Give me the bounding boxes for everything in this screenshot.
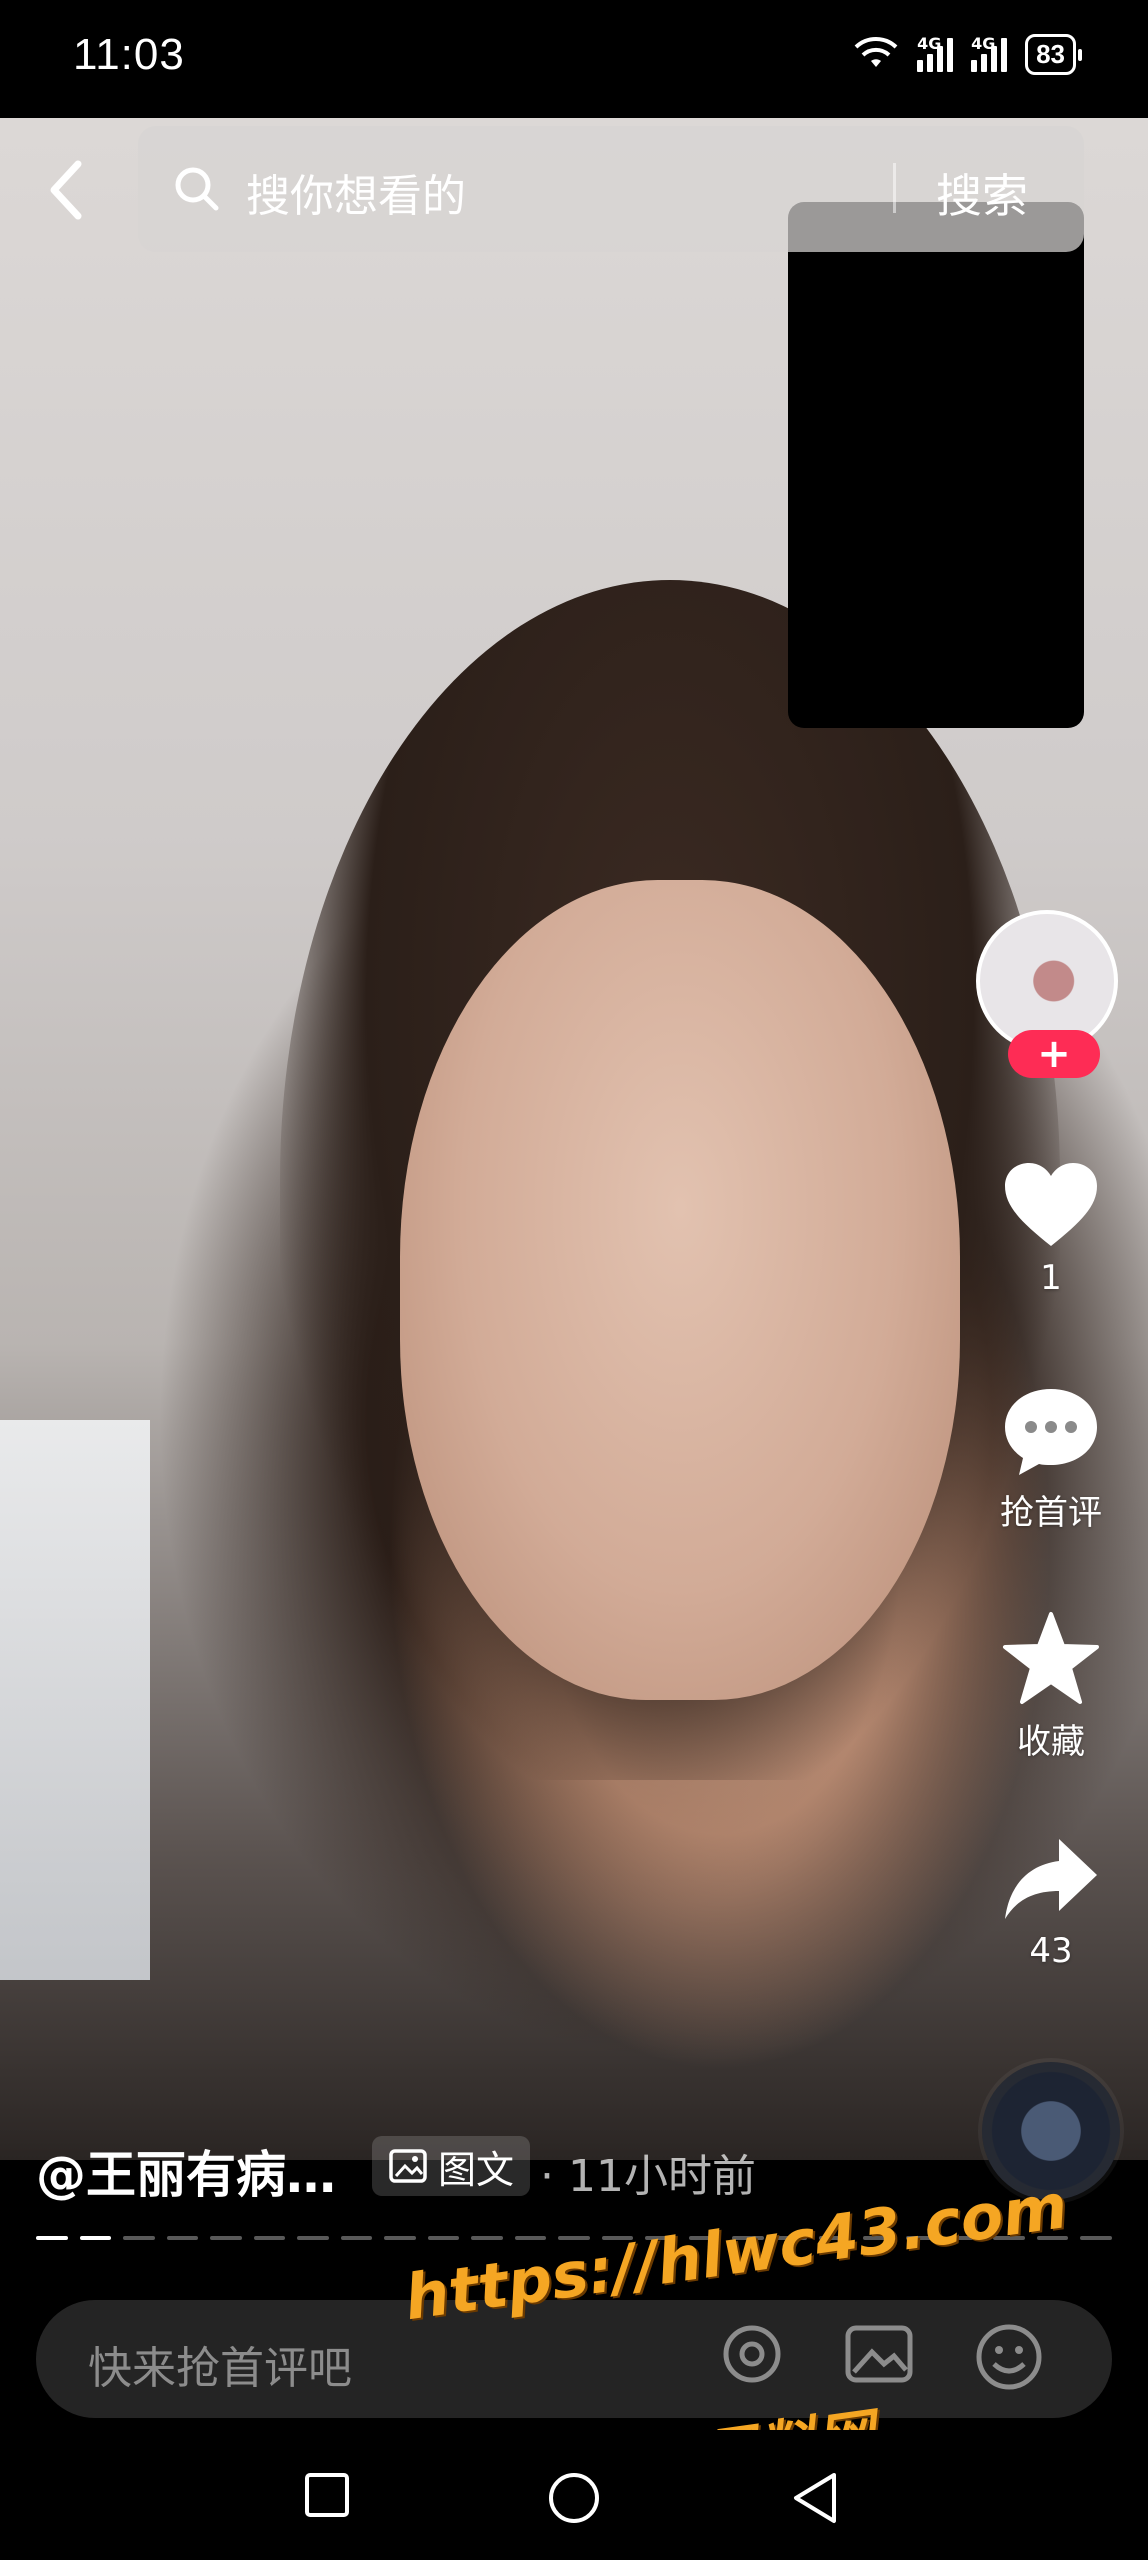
network-type-label: 4G xyxy=(917,33,942,53)
back-button[interactable] xyxy=(36,150,96,230)
search-icon xyxy=(174,166,220,216)
progress-segment xyxy=(166,2236,199,2240)
author-name[interactable]: @王丽有病… xyxy=(36,2135,336,2207)
home-icon xyxy=(549,2473,599,2523)
heart-icon xyxy=(1005,1163,1097,1246)
signal-icon: 4G xyxy=(917,34,954,72)
progress-segment xyxy=(253,2236,286,2240)
image-icon[interactable] xyxy=(844,2322,914,2396)
progress-segment xyxy=(471,2236,503,2240)
comment-label: 抢首评 xyxy=(1000,1493,1102,1533)
signal-icon: 4G xyxy=(971,34,1008,72)
recent-apps-button[interactable] xyxy=(302,2470,352,2524)
progress-segment xyxy=(1080,2236,1112,2240)
redaction-box xyxy=(788,202,1084,728)
post-type-badge: 图文 xyxy=(372,2136,531,2196)
home-button[interactable] xyxy=(546,2470,602,2530)
progress-segment xyxy=(123,2236,155,2240)
progress-segment xyxy=(36,2236,68,2240)
recent-apps-icon xyxy=(305,2473,349,2517)
progress-segment xyxy=(384,2236,416,2240)
progress-segment xyxy=(297,2236,329,2240)
share-button[interactable]: 43 xyxy=(976,1835,1126,1971)
comment-button[interactable]: 抢首评 xyxy=(976,1385,1126,1534)
back-nav-icon xyxy=(794,2473,836,2523)
star-icon xyxy=(1003,1612,1099,1704)
network-type-label: 4G xyxy=(971,33,996,53)
background-window xyxy=(0,1420,150,1980)
progress-segment xyxy=(79,2236,112,2240)
comment-tools xyxy=(720,2322,1044,2396)
share-icon xyxy=(1005,1839,1097,1919)
favorite-label: 收藏 xyxy=(1017,1722,1085,1762)
status-time: 11:03 xyxy=(73,30,185,79)
search-input[interactable]: 搜你想看的 xyxy=(246,160,466,224)
progress-segment xyxy=(514,2236,547,2240)
like-count: 1 xyxy=(1040,1258,1062,1298)
back-icon xyxy=(50,160,82,220)
favorite-button[interactable]: 收藏 xyxy=(976,1610,1126,1763)
back-nav-button[interactable] xyxy=(790,2470,840,2530)
image-icon xyxy=(389,2149,427,2183)
at-icon[interactable] xyxy=(720,2322,784,2396)
wifi-icon xyxy=(853,35,899,75)
emoji-icon[interactable] xyxy=(974,2322,1044,2396)
battery-icon: 83 xyxy=(1025,34,1082,75)
comment-icon xyxy=(1005,1389,1097,1475)
share-count: 43 xyxy=(1029,1931,1073,1971)
post-time: · 11小时前 xyxy=(540,2151,756,2202)
progress-segment xyxy=(340,2236,373,2240)
search-divider xyxy=(893,163,896,213)
progress-segment xyxy=(427,2236,460,2240)
follow-button[interactable]: + xyxy=(1008,1030,1100,1078)
post-type-label: 图文 xyxy=(438,2147,515,2192)
like-button[interactable]: 1 xyxy=(976,1160,1126,1298)
status-icons: 4G 4G 83 xyxy=(853,34,1082,75)
person-face xyxy=(400,880,960,1700)
comment-input[interactable]: 快来抢首评吧 xyxy=(88,2332,352,2396)
progress-segment xyxy=(210,2236,242,2240)
search-button[interactable]: 搜索 xyxy=(936,160,1028,226)
